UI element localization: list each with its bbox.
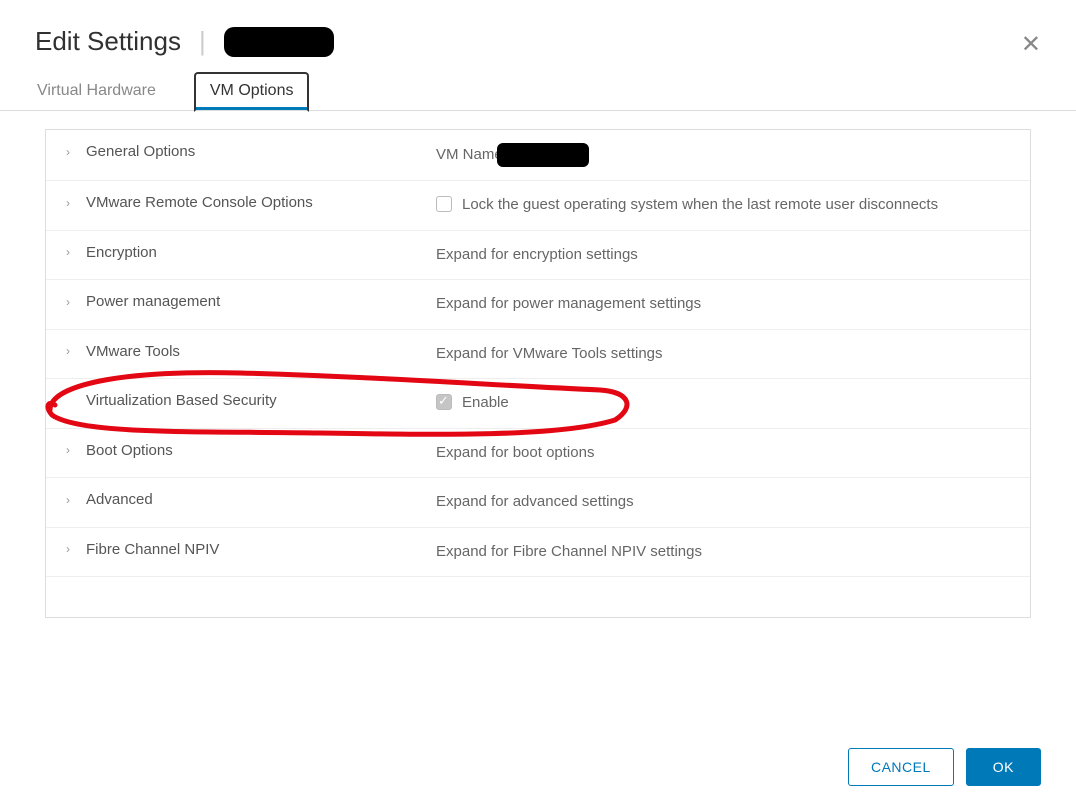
row-fibre-channel-npiv[interactable]: › Fibre Channel NPIV Expand for Fibre Ch…: [46, 528, 1030, 578]
chevron-right-icon: ›: [66, 542, 76, 556]
content-panel: › General Options VM Name › VMware Remot…: [0, 111, 1076, 618]
chevron-right-icon: ›: [66, 245, 76, 259]
row-remote-console[interactable]: › VMware Remote Console Options Lock the…: [46, 181, 1030, 231]
row-value: Expand for VMware Tools settings: [436, 343, 663, 366]
row-power-management[interactable]: › Power management Expand for power mana…: [46, 280, 1030, 330]
dialog-title: Edit Settings: [35, 26, 181, 57]
row-boot-options[interactable]: › Boot Options Expand for boot options: [46, 429, 1030, 479]
vm-name-label: VM Name: [436, 144, 503, 167]
row-vmware-tools[interactable]: › VMware Tools Expand for VMware Tools s…: [46, 330, 1030, 380]
title-divider: |: [199, 26, 206, 57]
tab-vm-options[interactable]: VM Options: [194, 72, 310, 112]
row-label: Virtualization Based Security: [86, 392, 277, 409]
redacted-vm-name-value: [497, 143, 589, 167]
chevron-right-icon: ›: [66, 443, 76, 457]
row-value: Lock the guest operating system when the…: [462, 194, 938, 217]
cancel-button[interactable]: CANCEL: [848, 748, 954, 786]
dialog-header: Edit Settings | ✕: [0, 0, 1076, 72]
row-value: Expand for boot options: [436, 442, 594, 465]
dialog-footer: CANCEL OK: [848, 748, 1041, 786]
chevron-right-icon: ›: [66, 344, 76, 358]
row-virtualization-based-security[interactable]: › Virtualization Based Security Enable: [46, 379, 1030, 429]
chevron-right-icon: ›: [66, 493, 76, 507]
row-value: Expand for advanced settings: [436, 491, 634, 514]
chevron-right-icon: ›: [66, 196, 76, 210]
row-encryption[interactable]: › Encryption Expand for encryption setti…: [46, 231, 1030, 281]
row-label: Boot Options: [86, 442, 173, 459]
tab-virtual-hardware[interactable]: Virtual Hardware: [35, 72, 158, 110]
tab-bar: Virtual Hardware VM Options: [0, 72, 1076, 111]
empty-row: [46, 577, 1030, 617]
close-icon[interactable]: ✕: [1021, 30, 1041, 59]
chevron-right-icon: ›: [66, 145, 76, 159]
lock-guest-checkbox[interactable]: [436, 196, 452, 212]
redacted-vm-name: [224, 27, 334, 57]
row-value: Expand for Fibre Channel NPIV settings: [436, 541, 702, 564]
row-label: General Options: [86, 143, 195, 160]
row-label: Encryption: [86, 244, 157, 261]
row-label: VMware Tools: [86, 343, 180, 360]
row-general-options[interactable]: › General Options VM Name: [46, 130, 1030, 181]
row-advanced[interactable]: › Advanced Expand for advanced settings: [46, 478, 1030, 528]
row-label: Fibre Channel NPIV: [86, 541, 219, 558]
vbs-enable-checkbox[interactable]: [436, 394, 452, 410]
ok-button[interactable]: OK: [966, 748, 1041, 786]
row-value: Enable: [462, 392, 509, 415]
row-label: VMware Remote Console Options: [86, 194, 313, 211]
row-label: Advanced: [86, 491, 153, 508]
options-panel: › General Options VM Name › VMware Remot…: [45, 129, 1031, 618]
row-value: Expand for encryption settings: [436, 244, 638, 267]
chevron-right-icon: ›: [66, 295, 76, 309]
row-value: Expand for power management settings: [436, 293, 701, 316]
row-label: Power management: [86, 293, 220, 310]
